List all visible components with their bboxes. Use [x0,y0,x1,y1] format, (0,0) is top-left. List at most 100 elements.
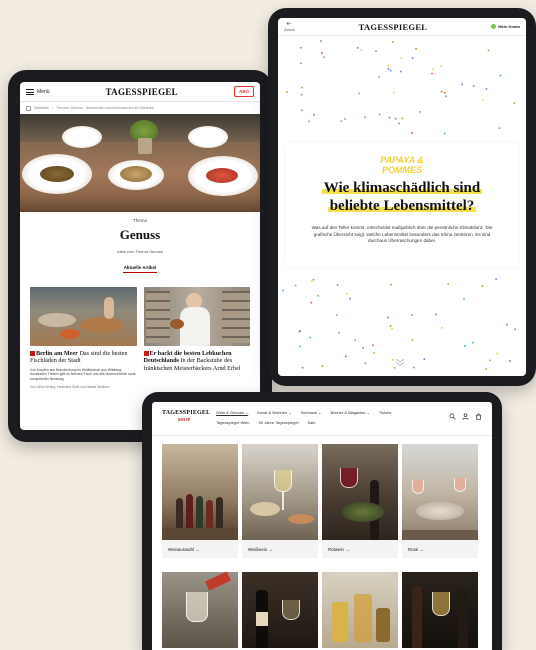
article-list: Berlin am Meer Das sind die besten Fisch… [20,287,260,389]
tile-image-rose-table [402,444,478,540]
category-tile-rotwein[interactable]: Rotwein → [322,444,398,558]
tab-aktuelle-artikel[interactable]: Aktuelle Artikel [20,265,260,270]
left-tablet-screen: Menü TAGESSPIEGEL ABO Startseite › Theme… [20,82,260,430]
plus-icon [143,350,149,356]
shop-logo-shop: SHOP [177,417,191,422]
confetti-dot [389,69,392,72]
category-tile-weisswein[interactable]: Weißwein → [242,444,318,558]
page-subtitle: Alles zum Thema Genuss [117,249,163,254]
confetti-dot [513,102,515,104]
confetti-dot [373,352,375,354]
tagesspiegel-logo[interactable]: TAGESSPIEGEL [359,22,428,32]
confetti-dot [301,109,303,112]
nav-kunst-wohnen[interactable]: Kunst & Wohnen ⌄ [257,410,291,416]
hero-image-dinner-table [20,114,260,212]
confetti-dot [299,345,301,348]
confetti-dot [392,91,395,94]
confetti-dot [400,57,403,59]
confetti-dot [354,339,357,342]
confetti-dot [300,93,303,96]
shop-logo[interactable]: TAGESSPIEGEL SHOP [162,410,210,422]
confetti-dot [485,88,488,90]
category-tile-rose[interactable]: Rosé → [402,444,478,558]
category-tile[interactable] [242,572,318,648]
account-icon[interactable] [462,413,469,420]
confetti-dot [282,289,284,292]
confetti-dot [413,366,415,369]
confetti-dot [310,301,313,304]
confetti-dot [378,76,380,78]
nav-tickets[interactable]: Tickets [379,410,392,416]
confetti-dot [321,365,324,367]
tile-image-white-wine-glasses [242,444,318,540]
right-tablet-screen: Zurück TAGESSPIEGEL Mein Konto PAPAYA & … [278,18,526,376]
category-tile[interactable] [162,572,238,648]
shop-tablet-screen: TAGESSPIEGEL SHOP Wein & Genuss ⌄ Kunst … [152,402,492,650]
category-tile-weinauswahl[interactable]: Weinauswahl → [162,444,238,558]
confetti-dot [445,95,447,98]
confetti-dot [387,316,389,319]
confetti-dot [487,49,490,52]
confetti-dot [495,278,497,280]
category-tile[interactable] [402,572,478,648]
confetti-dot [498,127,501,129]
confetti-dot [431,72,433,75]
scroll-down-chevron-icon[interactable] [394,356,406,368]
confetti-dot [286,91,288,93]
confetti-dot [461,83,463,86]
nav-90-jahre[interactable]: 90 Jahre Tagesspiegel [259,420,299,426]
breadcrumb-home[interactable]: Startseite [34,106,49,110]
category-tile[interactable] [322,572,398,648]
confetti-dot [441,327,443,329]
nav-schmuck[interactable]: Schmuck ⌄ [301,410,322,416]
search-icon[interactable] [449,413,456,420]
confetti-dot [372,344,374,346]
breadcrumb-separator: › [51,106,53,110]
account-button[interactable]: Mein Konto [491,24,520,29]
confetti-dot [358,92,360,95]
nav-sale[interactable]: Sale [307,420,315,426]
abo-button[interactable]: ABO [233,86,254,97]
confetti-dot [399,70,402,73]
article-image-fish-counter [30,287,137,346]
article-card[interactable]: Er backt die besten Lebkuchen Deutschlan… [143,287,251,389]
back-button[interactable]: Zurück [284,21,295,33]
nav-buecher-magazine[interactable]: Bücher & Magazine ⌄ [331,410,370,416]
confetti-dot [349,297,351,300]
tagesspiegel-logo[interactable]: TAGESSPIEGEL [106,87,178,97]
breadcrumb: Startseite › Themen: Genuss - Nachrichte… [20,102,260,114]
cart-icon[interactable] [475,413,482,420]
back-arrow-icon [286,21,292,25]
menu-button[interactable]: Menü [26,88,50,95]
active-tab-underline [123,272,157,273]
confetti-dot [346,293,348,295]
confetti-dot [320,41,323,43]
tile-image-wine-bottles [162,444,238,540]
shop-header: TAGESSPIEGEL SHOP Wein & Genuss ⌄ Kunst … [152,402,492,436]
plus-icon [30,350,35,356]
confetti-dot [509,360,511,362]
intro-card: PAPAYA & POMMES Wie klimaschädlich sind … [286,143,518,267]
nav-wein-genuss[interactable]: Wein & Genuss ⌄ [216,410,248,416]
nav-tagesspiegel-wein[interactable]: Tagesspiegel Wein [216,420,250,426]
confetti-dot [387,64,389,67]
confetti-dot [391,41,394,43]
confetti-dot [298,330,301,333]
tile-image-wine-glasses-dark [402,572,478,648]
article-card[interactable]: Berlin am Meer Das sind die besten Fisch… [30,287,137,389]
confetti-dot [391,327,393,330]
confetti-dot [485,368,487,370]
article-image-baker [143,287,250,346]
confetti-dot [309,336,311,339]
right-tablet: Zurück TAGESSPIEGEL Mein Konto PAPAYA & … [268,8,536,386]
confetti-dot [345,355,347,358]
klima-header: Zurück TAGESSPIEGEL Mein Konto [278,18,526,36]
tile-label: Rotwein → [322,540,398,558]
confetti-dot [411,339,414,341]
confetti-dot [323,56,325,59]
breadcrumb-current: Themen: Genuss - Nachrichten und Informa… [55,106,155,110]
article-headline-bold: Berlin am Meer [36,350,78,357]
confetti-dot [389,325,392,327]
article-headline[interactable]: Berlin am Meer Das sind die besten Fisch… [30,350,137,365]
article-headline[interactable]: Er backt die besten Lebkuchen Deutschlan… [143,350,251,372]
